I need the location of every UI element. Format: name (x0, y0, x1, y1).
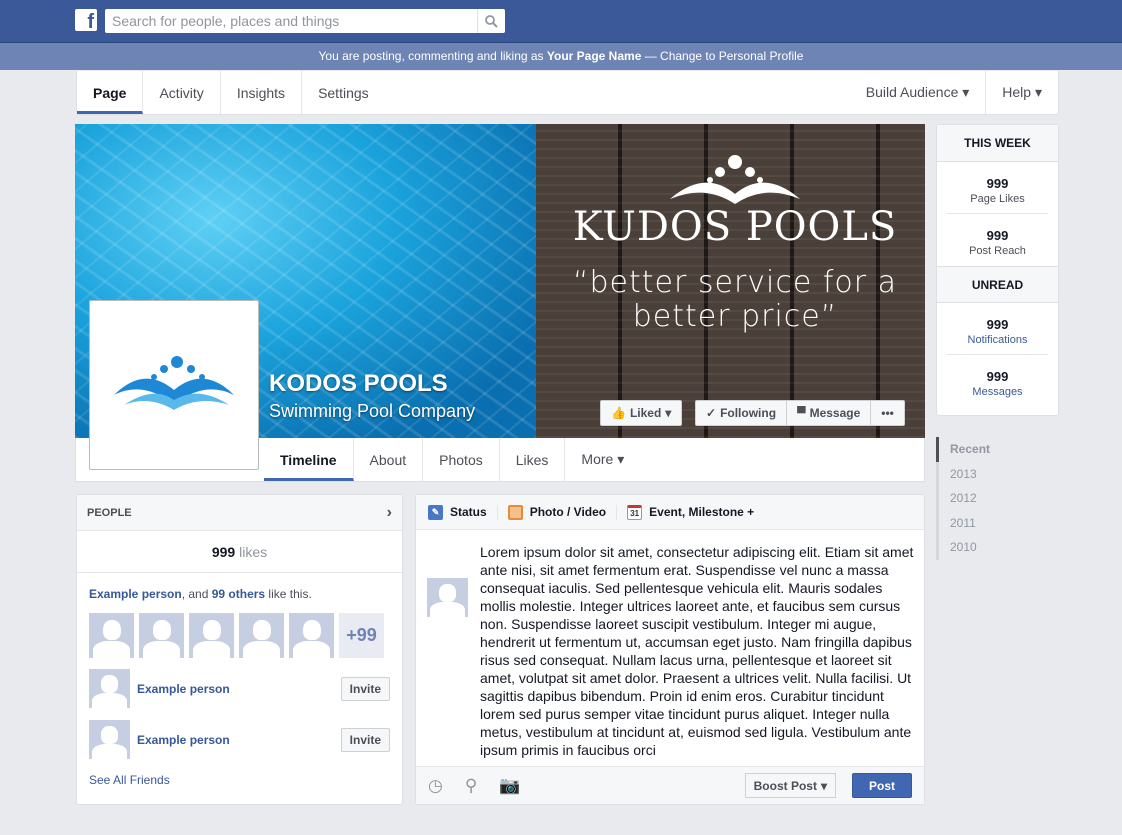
tab-likes[interactable]: Likes (500, 438, 566, 481)
tab-activity[interactable]: Activity (143, 71, 221, 114)
avatar (427, 578, 468, 617)
waves-logo-icon (670, 155, 800, 204)
posting-as-notice: You are posting, commenting and liking a… (0, 43, 1122, 70)
likes-summary: Example person, and 99 others like this. (89, 587, 312, 601)
brand-name: KUDOS POOLS (572, 204, 898, 250)
avatar[interactable] (289, 613, 334, 658)
kudos-pools-logo-icon (114, 356, 234, 410)
page-title-block: KODOS POOLS Swimming Pool Company (269, 370, 475, 422)
people-panel: PEOPLE › 999 likes Example person, and 99… (76, 494, 403, 805)
check-icon: ✓ (706, 406, 717, 420)
tab-page[interactable]: Page (77, 71, 144, 114)
search-icon[interactable] (477, 9, 505, 33)
build-audience-menu[interactable]: Build Audience ▾ (850, 71, 987, 114)
avatar[interactable] (89, 613, 134, 658)
post-composer: ✎ Status Photo / Video 31 Event, Milestone… (415, 494, 925, 805)
post-button[interactable]: Post (852, 773, 912, 798)
message-icon: ▀ (797, 406, 806, 420)
facebook-logo[interactable]: f (75, 9, 97, 31)
camera-icon[interactable]: 📷 (499, 776, 520, 796)
invite-button[interactable]: Invite (340, 727, 390, 752)
avatar[interactable] (89, 720, 130, 759)
this-week-heading: THIS WEEK (937, 125, 1058, 162)
more-options-button[interactable]: ••• (871, 401, 904, 425)
year-2012[interactable]: 2012 (936, 486, 990, 511)
likes-count: 999 likes (77, 531, 402, 573)
search-box (105, 9, 505, 33)
post-textarea[interactable]: Lorem ipsum dolor sit amet, consectetur … (480, 543, 920, 759)
tab-event-milestone[interactable]: 31 Event, Milestone + (627, 504, 764, 520)
messages-stat[interactable]: 999 Messages (947, 355, 1048, 407)
post-reach-stat[interactable]: 999 Post Reach (947, 214, 1048, 266)
tab-timeline[interactable]: Timeline (264, 438, 354, 481)
liked-button[interactable]: 👍 Liked ▾ (600, 400, 683, 426)
page-name-link[interactable]: Your Page Name (547, 49, 641, 63)
page-nav: Page Activity Insights Settings Build Au… (76, 71, 1059, 115)
unread-heading: UNREAD (937, 266, 1058, 303)
cover-brand: KUDOS POOLS “better service for a better… (545, 154, 925, 334)
tab-status[interactable]: ✎ Status (428, 504, 498, 520)
thumbs-up-icon: 👍 (611, 406, 626, 420)
following-button[interactable]: ✓ Following (696, 401, 788, 425)
notifications-stat[interactable]: 999 Notifications (947, 303, 1048, 355)
tab-more[interactable]: More ▾ (565, 438, 640, 481)
calendar-icon: 31 (627, 504, 643, 520)
page-category[interactable]: Swimming Pool Company (269, 401, 475, 422)
message-button[interactable]: ▀ Message (787, 401, 872, 425)
chevron-right-icon[interactable]: › (387, 504, 392, 522)
suggestion-row: Example person Invite (77, 658, 402, 708)
invite-button[interactable]: Invite (340, 676, 390, 701)
boost-post-button[interactable]: Boost Post ▾ (744, 773, 836, 798)
change-profile-link[interactable]: — Change to Personal Profile (641, 49, 804, 63)
avatar[interactable] (89, 669, 130, 708)
more-likers[interactable]: +99 (339, 613, 384, 658)
clock-icon[interactable]: ◷ (428, 776, 443, 796)
avatar[interactable] (239, 613, 284, 658)
year-2010[interactable]: 2010 (936, 535, 990, 560)
page-title[interactable]: KODOS POOLS (269, 370, 475, 398)
caret-down-icon: ▾ (820, 778, 827, 793)
profile-picture[interactable] (89, 300, 259, 470)
year-2013[interactable]: 2013 (936, 461, 990, 486)
avatar[interactable] (139, 613, 184, 658)
search-input[interactable] (105, 13, 477, 29)
pencil-icon: ✎ (428, 504, 443, 520)
people-heading: PEOPLE (87, 506, 132, 519)
tab-settings[interactable]: Settings (302, 71, 385, 114)
cover-actions: ✓ Following ▀ Message ••• (695, 400, 905, 426)
page-likes-stat[interactable]: 999 Page Likes (947, 162, 1048, 214)
suggestion-row: Example person Invite (77, 708, 402, 759)
tab-photo-video[interactable]: Photo / Video (507, 504, 618, 520)
tab-photos[interactable]: Photos (423, 438, 500, 481)
see-all-friends-link[interactable]: See All Friends (77, 759, 402, 787)
year-recent[interactable]: Recent (936, 437, 990, 462)
avatar[interactable] (189, 613, 234, 658)
stats-sidebar: THIS WEEK 999 Page Likes 999 Post Reach UN… (936, 124, 1059, 416)
tab-about[interactable]: About (354, 438, 424, 481)
tab-insights[interactable]: Insights (221, 71, 303, 114)
photo-icon (507, 504, 523, 520)
help-menu[interactable]: Help ▾ (986, 71, 1058, 114)
liker-avatars: +99 (77, 601, 402, 658)
brand-tagline: “better service for a better price” (572, 265, 898, 334)
timeline-years: Recent 2013 2012 2011 2010 (936, 437, 990, 560)
year-2011[interactable]: 2011 (936, 510, 990, 535)
location-pin-icon[interactable]: ⚲ (465, 776, 477, 796)
